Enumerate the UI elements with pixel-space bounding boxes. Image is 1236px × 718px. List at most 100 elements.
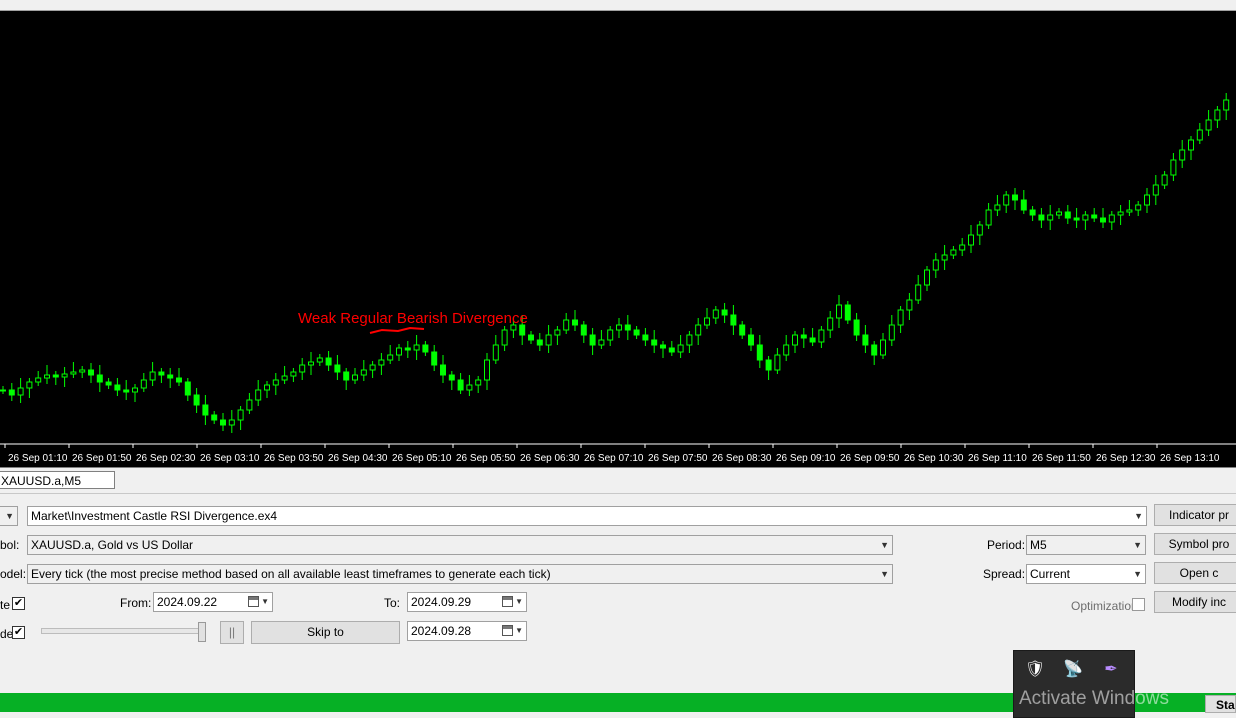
- shield-warning-icon[interactable]: 🛡: [1022, 657, 1048, 683]
- candle-body: [132, 387, 138, 393]
- model-select[interactable]: Every tick (the most precise method base…: [27, 564, 893, 584]
- candle-body: [413, 344, 420, 351]
- candle-body: [158, 371, 165, 376]
- modify-indicator-button[interactable]: Modify inc: [1154, 591, 1236, 613]
- symbol-select[interactable]: XAUUSD.a, Gold vs US Dollar ▼: [27, 535, 893, 555]
- candle-body: [440, 364, 446, 376]
- calendar-icon: [248, 596, 259, 607]
- speed-slider-track[interactable]: [41, 628, 206, 634]
- chart-canvas: Weak Regular Bearish Divergence 26 Sep 0…: [0, 93, 1236, 464]
- open-chart-button[interactable]: Open c: [1154, 562, 1236, 584]
- candle-body: [739, 324, 746, 336]
- candle-body: [765, 359, 772, 371]
- candle-body: [994, 204, 1001, 211]
- candle-body: [950, 249, 957, 256]
- candle-body: [976, 224, 983, 236]
- to-date-field[interactable]: 2024.09.29 ▼: [407, 592, 527, 612]
- candle-body: [299, 364, 306, 373]
- candle-body: [352, 374, 358, 381]
- time-label: 26 Sep 13:10: [1160, 453, 1220, 464]
- pause-button[interactable]: ||: [220, 621, 244, 644]
- expert-type-dropdown[interactable]: ▼: [0, 506, 18, 526]
- candle-body: [26, 381, 33, 389]
- indicator-properties-button[interactable]: Indicator pr: [1154, 504, 1236, 526]
- candle-body: [343, 371, 350, 381]
- candle-body: [545, 334, 552, 346]
- candle-body: [0, 389, 6, 392]
- visual-mode-checkbox[interactable]: ✔: [12, 626, 25, 639]
- expert-select[interactable]: Market\Investment Castle RSI Divergence.…: [27, 506, 1147, 526]
- activate-windows-watermark: Activate Windows: [1019, 688, 1169, 709]
- candle-body: [932, 259, 939, 271]
- candle-body: [589, 334, 596, 346]
- candle-body: [44, 374, 50, 379]
- time-axis-labels: 26 Sep 01:10 26 Sep 01:50 26 Sep 02:30 26 S…: [4, 444, 1220, 464]
- candle-body: [1205, 119, 1212, 131]
- candle-body: [88, 369, 94, 376]
- speed-slider-thumb[interactable]: [198, 622, 206, 642]
- tab-chart-visual[interactable]: XAUUSD.a,M5 (visual): [0, 471, 115, 506]
- time-label: 26 Sep 05:10: [392, 453, 452, 464]
- spread-select[interactable]: Current ▼: [1026, 564, 1146, 584]
- candle-body: [1029, 209, 1036, 216]
- to-label: To:: [384, 596, 401, 610]
- candle-body: [431, 351, 438, 366]
- candle-body: [536, 339, 543, 346]
- candle-body: [325, 357, 332, 366]
- candle-body: [572, 319, 578, 326]
- candle-body: [1117, 211, 1124, 216]
- candle-body: [272, 379, 279, 386]
- candle-body: [756, 344, 763, 361]
- time-label: 26 Sep 09:50: [840, 453, 900, 464]
- candle-body: [281, 375, 288, 381]
- candle-body: [844, 304, 851, 321]
- chevron-down-icon: ▼: [515, 597, 523, 606]
- period-select[interactable]: M5 ▼: [1026, 535, 1146, 555]
- feather-icon[interactable]: ✒: [1098, 657, 1124, 683]
- candle-body: [695, 324, 702, 336]
- from-label: From:: [120, 596, 152, 610]
- candle-body: [748, 334, 754, 346]
- candle-body: [985, 209, 992, 226]
- candles-group: [0, 93, 1230, 433]
- optimization-checkbox[interactable]: [1132, 598, 1145, 611]
- chevron-down-icon: ▼: [1133, 569, 1142, 579]
- candle-body: [528, 334, 534, 341]
- symbol-value: XAUUSD.a, Gold vs US Dollar: [31, 538, 194, 552]
- chevron-down-icon: ▼: [261, 597, 269, 606]
- time-label: 26 Sep 06:30: [520, 453, 580, 464]
- candle-body: [211, 414, 218, 421]
- candle-body: [17, 387, 24, 396]
- candle-body: [607, 329, 614, 341]
- candle-body: [1144, 194, 1150, 206]
- symbol-properties-button[interactable]: Symbol pro: [1154, 533, 1236, 555]
- candle-body: [862, 334, 869, 346]
- candle-body: [237, 409, 244, 421]
- candle-body: [369, 364, 376, 371]
- to-date-value: 2024.09.29: [411, 595, 472, 609]
- skip-to-button[interactable]: Skip to: [251, 621, 400, 644]
- price-chart[interactable]: Weak Regular Bearish Divergence 26 Sep 0…: [0, 11, 1236, 467]
- calendar-icon: [502, 596, 513, 607]
- candle-body: [1100, 217, 1106, 223]
- use-date-checkbox[interactable]: ✔: [12, 597, 25, 610]
- candle-body: [783, 344, 790, 356]
- chevron-down-icon: ▼: [1133, 540, 1142, 550]
- time-label: 26 Sep 08:30: [712, 453, 772, 464]
- time-label: 26 Sep 09:10: [776, 453, 836, 464]
- time-label: 26 Sep 05:50: [456, 453, 516, 464]
- candle-body: [167, 374, 174, 379]
- satellite-icon[interactable]: 📡: [1060, 657, 1086, 683]
- candle-body: [1020, 199, 1027, 211]
- candle-body: [404, 347, 411, 351]
- skip-to-date-field[interactable]: 2024.09.28 ▼: [407, 621, 527, 641]
- candle-body: [598, 339, 605, 346]
- candle-body: [316, 357, 323, 363]
- candle-body: [220, 419, 226, 426]
- candle-body: [8, 389, 15, 396]
- from-date-field[interactable]: 2024.09.22 ▼: [153, 592, 273, 612]
- candle-body: [1196, 129, 1203, 141]
- start-button[interactable]: Star: [1205, 695, 1236, 713]
- candle-body: [906, 299, 913, 311]
- candle-body: [1214, 109, 1221, 121]
